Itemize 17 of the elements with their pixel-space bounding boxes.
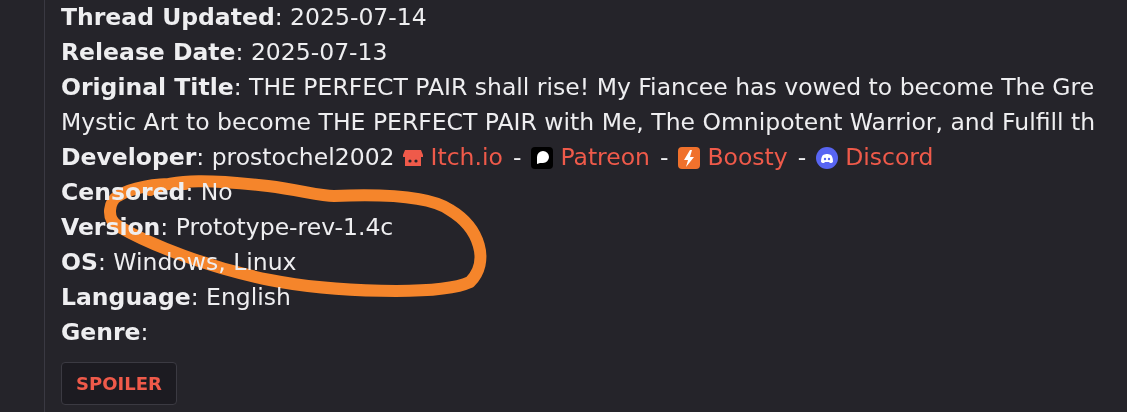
separator: - <box>512 142 522 173</box>
link[interactable]: Discord <box>845 140 934 175</box>
info-line: Release Date: 2025-07-13 <box>61 37 388 68</box>
info-line: Original Title: THE PERFECT PAIR shall rise! My Fiancee has vowed to become The Gre <box>61 72 1095 103</box>
info-line: Language: English <box>61 282 291 313</box>
link[interactable]: Itch.io <box>430 140 503 175</box>
link[interactable]: Patreon <box>560 140 650 175</box>
info-line: Mystic Art to become THE PERFECT PAIR with Me, The Omnipotent Warrior, and Fulfill th <box>61 107 1096 138</box>
info-line: Thread Updated: 2025-07-14 <box>61 2 427 33</box>
discord-icon <box>816 146 839 169</box>
lightning-icon <box>678 146 701 169</box>
link[interactable]: Boosty <box>707 140 788 175</box>
info-line: Developer: prostochel2002 <box>61 142 395 173</box>
separator: - <box>797 142 807 173</box>
info-line: Genre: <box>61 317 149 348</box>
separator: - <box>660 142 669 173</box>
spoiler-button[interactable]: SPOILER <box>61 362 177 405</box>
